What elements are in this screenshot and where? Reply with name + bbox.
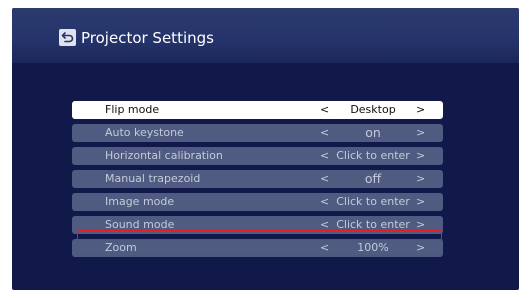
arrow-left-icon[interactable]: <: [320, 101, 329, 119]
arrow-left-icon[interactable]: <: [320, 170, 329, 188]
arrow-left-icon[interactable]: <: [320, 147, 329, 165]
menu-item-value: off: [364, 171, 382, 186]
back-arrow-icon[interactable]: [59, 29, 76, 46]
menu-item-value: on: [365, 125, 381, 140]
menu-item-label: Sound mode: [105, 218, 175, 231]
menu-item-label: Horizontal calibration: [105, 149, 223, 162]
page-title: Projector Settings: [81, 29, 214, 47]
menu-item-value: Click to enter: [336, 218, 410, 231]
arrow-right-icon[interactable]: >: [416, 193, 425, 211]
menu-item-zoom[interactable]: Zoom < 100% >: [72, 239, 443, 257]
menu-item-value: Click to enter: [336, 195, 410, 208]
arrow-right-icon[interactable]: >: [416, 216, 425, 234]
menu-item-image-mode[interactable]: Image mode < Click to enter >: [72, 193, 443, 211]
arrow-left-icon[interactable]: <: [320, 124, 329, 142]
arrow-right-icon[interactable]: >: [416, 239, 425, 257]
menu-item-value: Click to enter: [336, 149, 410, 162]
menu-item-label: Zoom: [105, 241, 137, 254]
menu-item-auto-keystone[interactable]: Auto keystone < on >: [72, 124, 443, 142]
arrow-left-icon[interactable]: <: [320, 216, 329, 234]
menu-item-manual-trapezoid[interactable]: Manual trapezoid < off >: [72, 170, 443, 188]
arrow-left-icon[interactable]: <: [320, 193, 329, 211]
menu-item-label: Flip mode: [105, 103, 160, 116]
arrow-right-icon[interactable]: >: [416, 124, 425, 142]
header-bar: Projector Settings: [12, 8, 519, 63]
menu-item-flip-mode[interactable]: Flip mode < Desktop >: [72, 101, 443, 119]
arrow-right-icon[interactable]: >: [416, 147, 425, 165]
arrow-left-icon[interactable]: <: [320, 239, 329, 257]
menu-item-horizontal-calibration[interactable]: Horizontal calibration < Click to enter …: [72, 147, 443, 165]
menu-item-value: 100%: [357, 241, 389, 254]
menu-item-label: Auto keystone: [105, 126, 184, 139]
menu-item-label: Image mode: [105, 195, 175, 208]
menu-item-value: Desktop: [350, 103, 396, 116]
menu-item-label: Manual trapezoid: [105, 172, 201, 185]
arrow-right-icon[interactable]: >: [416, 170, 425, 188]
menu-item-sound-mode[interactable]: Sound mode < Click to enter >: [72, 216, 443, 234]
arrow-right-icon[interactable]: >: [416, 101, 425, 119]
